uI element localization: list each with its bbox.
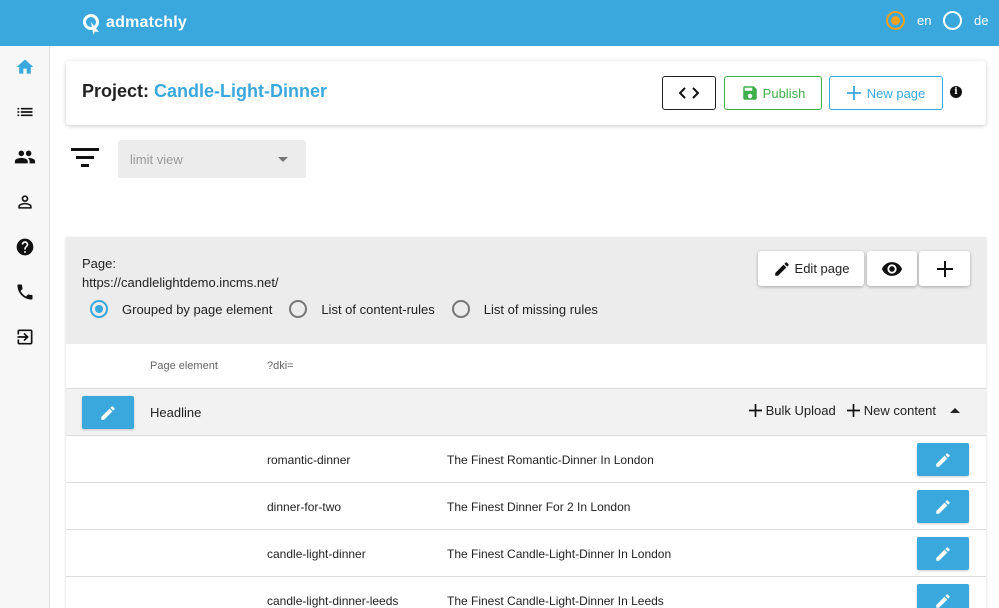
row-value: The Finest Dinner For 2 In London	[447, 500, 631, 514]
bulk-upload-label: Bulk Upload	[765, 403, 836, 418]
group-row-headline: Headline Bulk Upload New content	[66, 389, 986, 436]
chevron-down-icon	[278, 157, 288, 162]
top-bar: admatchly en de	[0, 0, 999, 46]
project-label: Project:	[82, 81, 155, 101]
plus-icon	[846, 86, 861, 100]
edit-row-button[interactable]	[917, 443, 969, 476]
view-mode-grouped[interactable]: Grouped by page element	[90, 300, 272, 318]
limit-view-placeholder: limit view	[130, 152, 183, 167]
view-mode-label: Grouped by page element	[122, 301, 273, 317]
view-mode-label: List of missing rules	[483, 301, 598, 317]
new-content-button[interactable]: New content	[846, 403, 936, 418]
view-mode-group: Grouped by page element List of content-…	[90, 300, 615, 318]
logout-icon[interactable]	[13, 325, 37, 349]
save-icon	[742, 86, 757, 100]
filter-icon[interactable]	[71, 146, 101, 170]
people-icon[interactable]	[13, 145, 37, 169]
edit-row-button[interactable]	[917, 537, 969, 570]
limit-view-select[interactable]: limit view	[118, 140, 306, 178]
pencil-icon	[101, 405, 115, 420]
person-icon[interactable]	[13, 190, 37, 214]
help-icon[interactable]	[13, 235, 37, 259]
table-row: candle-light-dinner The Finest Candle-Li…	[66, 530, 986, 577]
project-name[interactable]: Candle-Light-Dinner	[154, 81, 327, 101]
pencil-icon	[936, 452, 950, 467]
lang-de-label: de	[974, 13, 989, 28]
code-icon	[679, 87, 699, 99]
lang-de-radio[interactable]	[943, 11, 962, 30]
column-header-param: ?dki=	[267, 360, 294, 372]
publish-button[interactable]: Publish	[724, 76, 822, 110]
bulk-upload-button[interactable]: Bulk Upload	[748, 403, 836, 418]
view-mode-missing-rules[interactable]: List of missing rules	[451, 300, 598, 318]
app-name: admatchly	[106, 14, 187, 31]
edit-row-button[interactable]	[917, 490, 969, 523]
lang-option-en[interactable]: en	[886, 11, 931, 30]
table-row: dinner-for-two The Finest Dinner For 2 I…	[66, 483, 986, 530]
new-content-label: New content	[863, 403, 936, 418]
content-table: Page element ?dki= Headline Bulk Upload …	[66, 344, 986, 608]
row-key: candle-light-dinner-leeds	[267, 594, 399, 608]
group-name: Headline	[150, 405, 202, 420]
pencil-icon	[936, 499, 950, 514]
preview-button[interactable]	[867, 251, 917, 286]
edit-group-button[interactable]	[82, 396, 134, 429]
new-page-button[interactable]: New page	[829, 76, 943, 110]
table-row: candle-light-dinner-leeds The Finest Can…	[66, 577, 986, 608]
view-mode-label: List of content-rules	[321, 301, 435, 317]
left-nav	[0, 0, 50, 608]
new-page-label: New page	[866, 85, 926, 101]
radio-content-rules[interactable]	[289, 300, 308, 318]
pencil-icon	[936, 546, 950, 561]
page-title: Project: Candle-Light-Dinner	[82, 81, 327, 102]
edit-row-button[interactable]	[917, 584, 969, 608]
app-logo[interactable]: admatchly	[82, 11, 187, 35]
row-key: dinner-for-two	[267, 500, 342, 514]
lang-option-de[interactable]: de	[943, 11, 988, 30]
row-value: The Finest Romantic-Dinner In London	[447, 453, 654, 467]
home-icon[interactable]	[13, 55, 37, 79]
publish-label: Publish	[762, 85, 806, 101]
page-panel: Page: https://candlelightdemo.incms.net/…	[66, 237, 986, 608]
table-row: romantic-dinner The Finest Romantic-Dinn…	[66, 436, 986, 483]
list-icon[interactable]	[13, 100, 37, 124]
logo-icon	[82, 13, 102, 35]
group-actions: Bulk Upload New content	[738, 403, 960, 418]
page-label: Page:	[82, 256, 116, 271]
table-header: Page element ?dki=	[66, 344, 986, 389]
phone-icon[interactable]	[13, 280, 37, 304]
column-header-page-element: Page element	[150, 360, 218, 372]
plus-icon	[846, 404, 860, 417]
code-button[interactable]	[662, 76, 716, 110]
radio-missing-rules[interactable]	[451, 300, 470, 318]
project-header: Project: Candle-Light-Dinner Publish New…	[66, 61, 986, 125]
pencil-icon	[936, 593, 950, 608]
lang-en-radio[interactable]	[886, 11, 905, 30]
view-mode-content-rules[interactable]: List of content-rules	[289, 300, 435, 318]
page-url: https://candlelightdemo.incms.net/	[82, 275, 279, 290]
add-button[interactable]	[919, 251, 970, 286]
plus-icon	[748, 404, 762, 417]
collapse-caret-icon[interactable]	[950, 408, 960, 413]
eye-icon	[881, 261, 903, 276]
edit-page-button[interactable]: Edit page	[758, 251, 864, 286]
radio-grouped[interactable]	[90, 300, 108, 318]
pencil-icon	[774, 261, 789, 276]
lang-en-label: en	[917, 13, 932, 28]
row-key: candle-light-dinner	[267, 547, 366, 561]
edit-page-label: Edit page	[794, 261, 850, 276]
row-value: The Finest Candle-Light-Dinner In London	[447, 547, 672, 561]
row-key: romantic-dinner	[267, 453, 351, 467]
row-value: The Finest Candle-Light-Dinner In Leeds	[447, 594, 664, 608]
info-icon[interactable]: i	[950, 86, 962, 98]
plus-icon	[936, 260, 953, 277]
